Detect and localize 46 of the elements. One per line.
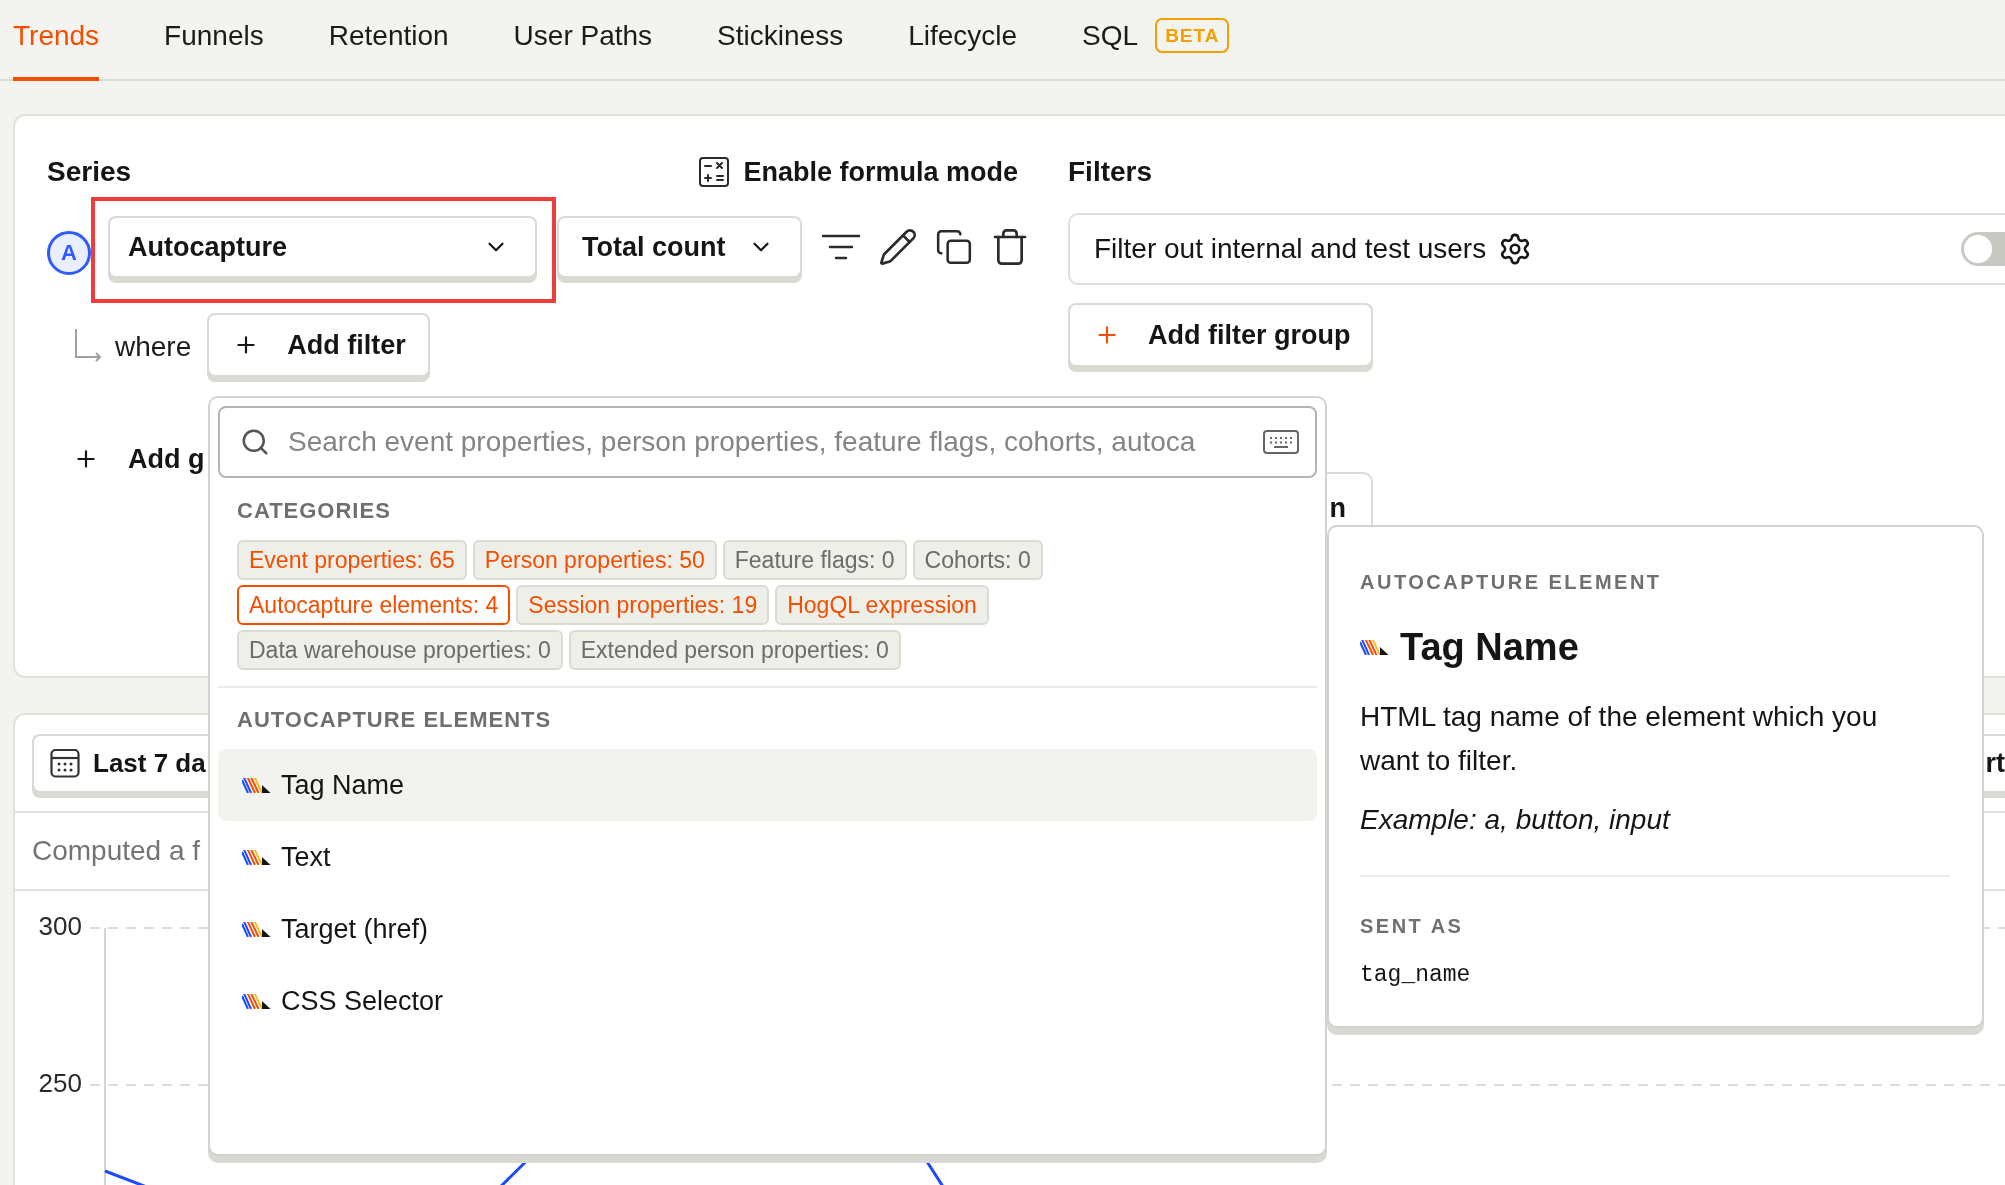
tab[interactable]: User Paths xyxy=(513,0,653,81)
section-heading: CATEGORIES xyxy=(237,498,391,524)
section-heading: Filters xyxy=(1068,155,1153,189)
sent-as-label: SENT AS xyxy=(1360,914,1464,938)
y-axis-label: 300 xyxy=(38,910,82,941)
section-heading: AUTOCAPTURE ELEMENTS xyxy=(237,707,552,733)
detail-kind: AUTOCAPTURE ELEMENT xyxy=(1360,570,1662,594)
copy-icon[interactable] xyxy=(935,228,973,266)
tab[interactable]: Retention xyxy=(328,0,449,81)
tab[interactable]: SQL BETA xyxy=(1082,0,1230,81)
striped-triangle-icon xyxy=(242,849,271,865)
status-badge: BETA xyxy=(1155,18,1230,53)
calendar-icon xyxy=(50,748,80,778)
corner-arrow-icon xyxy=(73,328,103,362)
calculator-icon xyxy=(699,157,730,187)
property-item[interactable]: Target (href) xyxy=(218,893,1317,965)
striped-triangle-icon xyxy=(242,921,271,937)
tab[interactable]: Funnels xyxy=(164,0,264,81)
where-label: where xyxy=(115,331,192,363)
striped-triangle-icon xyxy=(242,993,271,1009)
search-icon xyxy=(240,427,270,457)
pencil-icon[interactable] xyxy=(878,227,918,267)
property-item[interactable]: CSS Selector xyxy=(218,965,1317,1037)
sent-as-value: tag_name xyxy=(1360,961,1471,990)
series-letter: A xyxy=(47,231,91,275)
keyboard-icon[interactable] xyxy=(1263,430,1299,454)
striped-triangle-icon xyxy=(1360,639,1389,655)
computed-note: Computed a f xyxy=(32,835,201,867)
property-item[interactable]: Text xyxy=(218,821,1317,893)
filter-label: Filter out internal and test users xyxy=(1094,233,1487,265)
category-chip[interactable]: Autocapture elements: 4 xyxy=(237,585,511,625)
tab[interactable]: Stickiness xyxy=(717,0,844,81)
property-item[interactable]: Tag Name xyxy=(218,749,1317,821)
section-heading: Series xyxy=(47,155,132,189)
detail-description: HTML tag name of the element which you want to filter. xyxy=(1360,700,1879,778)
tab[interactable]: Lifecycle xyxy=(908,0,1018,81)
add-series-button[interactable]: Add g xyxy=(73,443,205,475)
formula-mode-button[interactable]: Enable formula mode xyxy=(699,156,1018,188)
detail-title: Tag Name xyxy=(1400,625,1579,670)
partial-button[interactable]: n xyxy=(1325,472,1373,525)
detail-example: Example: a, button, input xyxy=(1360,803,1670,837)
striped-triangle-icon xyxy=(242,777,271,793)
toggle-switch[interactable] xyxy=(1961,232,2005,266)
y-axis-label: 250 xyxy=(38,1067,82,1098)
search-field[interactable]: Search event properties, person properties, feature flags, cohorts, autoca xyxy=(218,406,1317,478)
filter-icon[interactable] xyxy=(821,232,861,262)
